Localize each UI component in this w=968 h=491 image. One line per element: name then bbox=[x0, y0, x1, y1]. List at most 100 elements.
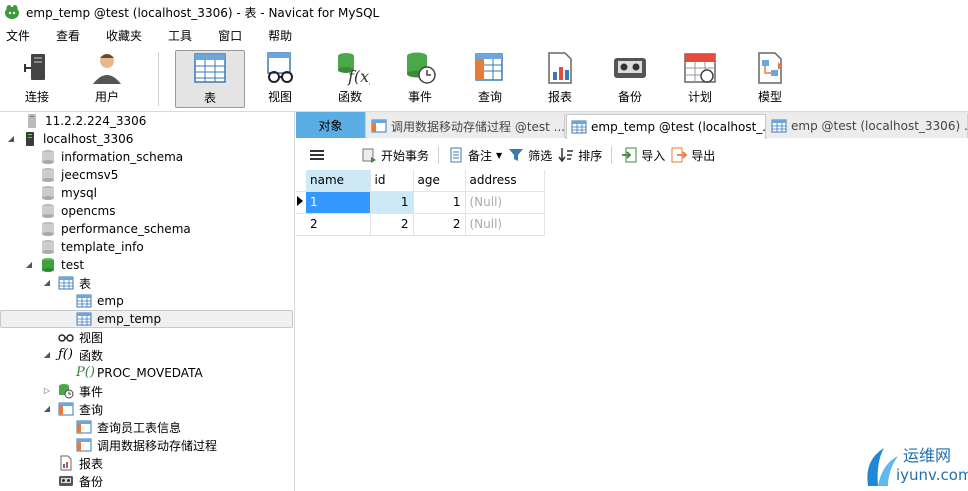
expand-arrow-icon[interactable]: ▷ bbox=[42, 386, 52, 396]
tree-item-label: 函数 bbox=[79, 348, 104, 363]
query-icon bbox=[475, 53, 503, 81]
filter-button[interactable]: 筛选 bbox=[505, 144, 555, 166]
menu-favorites[interactable]: 收藏夹 bbox=[100, 27, 154, 44]
connection-label: 连接 bbox=[24, 90, 49, 104]
tree-item-query[interactable]: 调用数据移动存储过程 bbox=[76, 436, 294, 454]
tree-item-queries-folder[interactable]: ◢ 查询 bbox=[42, 400, 294, 418]
tree-item-database[interactable]: opencms bbox=[40, 202, 294, 220]
cell-age[interactable]: 1 bbox=[413, 191, 466, 214]
tree-item-table-emp[interactable]: emp bbox=[76, 292, 294, 310]
collapse-arrow-icon[interactable]: ◢ bbox=[42, 278, 52, 288]
tree-item-database[interactable]: information_schema bbox=[40, 148, 294, 166]
tree-item-table-emp-temp[interactable]: emp_temp bbox=[0, 310, 293, 328]
tree-item-connection[interactable]: ◢ localhost_3306 bbox=[6, 130, 294, 148]
model-button[interactable]: 模型 bbox=[735, 50, 805, 108]
server-icon bbox=[26, 132, 34, 146]
menu-view[interactable]: 查看 bbox=[50, 27, 92, 44]
menu-tools[interactable]: 工具 bbox=[162, 27, 204, 44]
view-button[interactable]: 视图 bbox=[245, 50, 315, 108]
tree-item-label: mysql bbox=[61, 186, 97, 200]
tree-item-functions-folder[interactable]: ◢ ƒ() 函数 bbox=[42, 346, 294, 364]
tree-item-events-folder[interactable]: ▷ 事件 bbox=[42, 382, 294, 400]
cell-id[interactable]: 2 bbox=[370, 213, 414, 236]
menu-bar: 文件 查看 收藏夹 工具 窗口 帮助 bbox=[0, 24, 968, 46]
schedule-label: 计划 bbox=[687, 90, 712, 104]
toolbar-divider bbox=[611, 146, 613, 164]
navigation-tree: 11.2.2.224_3306 ◢ localhost_3306 informa… bbox=[0, 112, 295, 491]
menu-window[interactable]: 窗口 bbox=[212, 27, 254, 44]
tree-item-database[interactable]: mysql bbox=[40, 184, 294, 202]
begin-transaction-button[interactable]: 开始事务 bbox=[358, 144, 432, 166]
function-button[interactable]: f(x) 函数 bbox=[315, 50, 385, 108]
tree-item-label: 备份 bbox=[79, 474, 104, 489]
cell-name[interactable]: 1 bbox=[306, 191, 371, 214]
table-icon bbox=[58, 276, 74, 290]
column-header-address[interactable]: address bbox=[465, 170, 545, 192]
cell-address[interactable]: (Null) bbox=[465, 191, 545, 214]
tree-item-database[interactable]: template_info bbox=[40, 238, 294, 256]
data-grid: name id age address 1 1 1 (Null) 2 2 2 (… bbox=[296, 170, 545, 236]
tree-item-views-folder[interactable]: 视图 bbox=[58, 328, 294, 346]
backup-icon bbox=[59, 476, 73, 486]
query-button[interactable]: 查询 bbox=[455, 50, 525, 108]
query-icon bbox=[76, 420, 92, 434]
table-icon bbox=[76, 294, 92, 308]
menu-button[interactable] bbox=[306, 144, 328, 166]
collapse-arrow-icon[interactable]: ◢ bbox=[42, 404, 52, 414]
server-icon bbox=[28, 114, 36, 128]
tab-label: emp_temp @test (localhost_... bbox=[591, 120, 766, 134]
tree-item-query[interactable]: 查询员工表信息 bbox=[76, 418, 294, 436]
schedule-button[interactable]: 计划 bbox=[665, 50, 735, 108]
user-icon bbox=[93, 54, 121, 84]
tree-item-tables-folder[interactable]: ◢ 表 bbox=[42, 274, 294, 292]
export-icon bbox=[671, 147, 688, 163]
event-button[interactable]: 事件 bbox=[385, 50, 455, 108]
table-row[interactable]: 1 1 1 (Null) bbox=[296, 191, 545, 214]
user-button[interactable]: 用户 bbox=[72, 50, 142, 108]
tree-item-reports-folder[interactable]: 报表 bbox=[58, 454, 294, 472]
cell-address[interactable]: (Null) bbox=[465, 213, 545, 236]
event-icon bbox=[59, 384, 74, 399]
tree-item-backups-folder[interactable]: 备份 bbox=[58, 472, 294, 490]
sort-button[interactable]: 排序 bbox=[555, 144, 605, 166]
column-header-id[interactable]: id bbox=[370, 170, 414, 192]
filter-icon bbox=[509, 149, 524, 161]
connection-button[interactable]: 连接 bbox=[2, 50, 72, 108]
tree-item-database[interactable]: jeecmsv5 bbox=[40, 166, 294, 184]
tab-emp-temp[interactable]: emp_temp @test (localhost_... bbox=[566, 114, 766, 139]
menu-help[interactable]: 帮助 bbox=[262, 27, 304, 44]
model-label: 模型 bbox=[757, 90, 782, 104]
sort-label: 排序 bbox=[578, 148, 603, 163]
collapse-arrow-icon[interactable]: ◢ bbox=[6, 134, 16, 144]
menu-file[interactable]: 文件 bbox=[0, 27, 42, 44]
query-label: 查询 bbox=[477, 90, 502, 104]
tree-item-database-test[interactable]: ◢ test bbox=[24, 256, 294, 274]
export-label: 导出 bbox=[691, 148, 716, 163]
tree-item-connection[interactable]: 11.2.2.224_3306 bbox=[24, 112, 294, 130]
cell-id[interactable]: 1 bbox=[370, 191, 414, 214]
model-icon bbox=[758, 52, 782, 84]
tab-query-proc[interactable]: 调用数据移动存储过程 @test ... bbox=[367, 114, 565, 138]
report-icon bbox=[548, 52, 572, 84]
column-header-name[interactable]: name bbox=[306, 170, 371, 192]
cell-name[interactable]: 2 bbox=[306, 213, 371, 236]
tab-objects[interactable]: 对象 bbox=[296, 112, 366, 138]
tree-item-database[interactable]: performance_schema bbox=[40, 220, 294, 238]
export-button[interactable]: 导出 bbox=[668, 144, 718, 166]
backup-button[interactable]: 备份 bbox=[595, 50, 665, 108]
tab-emp[interactable]: emp @test (localhost_3306) ... bbox=[767, 114, 968, 138]
report-button[interactable]: 报表 bbox=[525, 50, 595, 108]
table-button[interactable]: 表 bbox=[175, 50, 245, 108]
tree-item-procedure[interactable]: P() PROC_MOVEDATA bbox=[76, 364, 294, 382]
watermark: 运维网 iyunv.com bbox=[862, 440, 968, 491]
database-icon bbox=[42, 258, 54, 272]
import-button[interactable]: 导入 bbox=[618, 144, 668, 166]
note-button[interactable]: 备注 ▼ bbox=[445, 144, 505, 166]
table-row[interactable]: 2 2 2 (Null) bbox=[296, 213, 545, 236]
collapse-arrow-icon[interactable]: ◢ bbox=[42, 350, 52, 360]
grid-toolbar: 开始事务 备注 ▼ 筛选 排序 导入 导出 bbox=[296, 140, 968, 170]
cell-age[interactable]: 2 bbox=[413, 213, 466, 236]
collapse-arrow-icon[interactable]: ◢ bbox=[24, 260, 34, 270]
column-header-age[interactable]: age bbox=[413, 170, 466, 192]
title-bar: emp_temp @test (localhost_3306) - 表 - Na… bbox=[0, 0, 968, 24]
